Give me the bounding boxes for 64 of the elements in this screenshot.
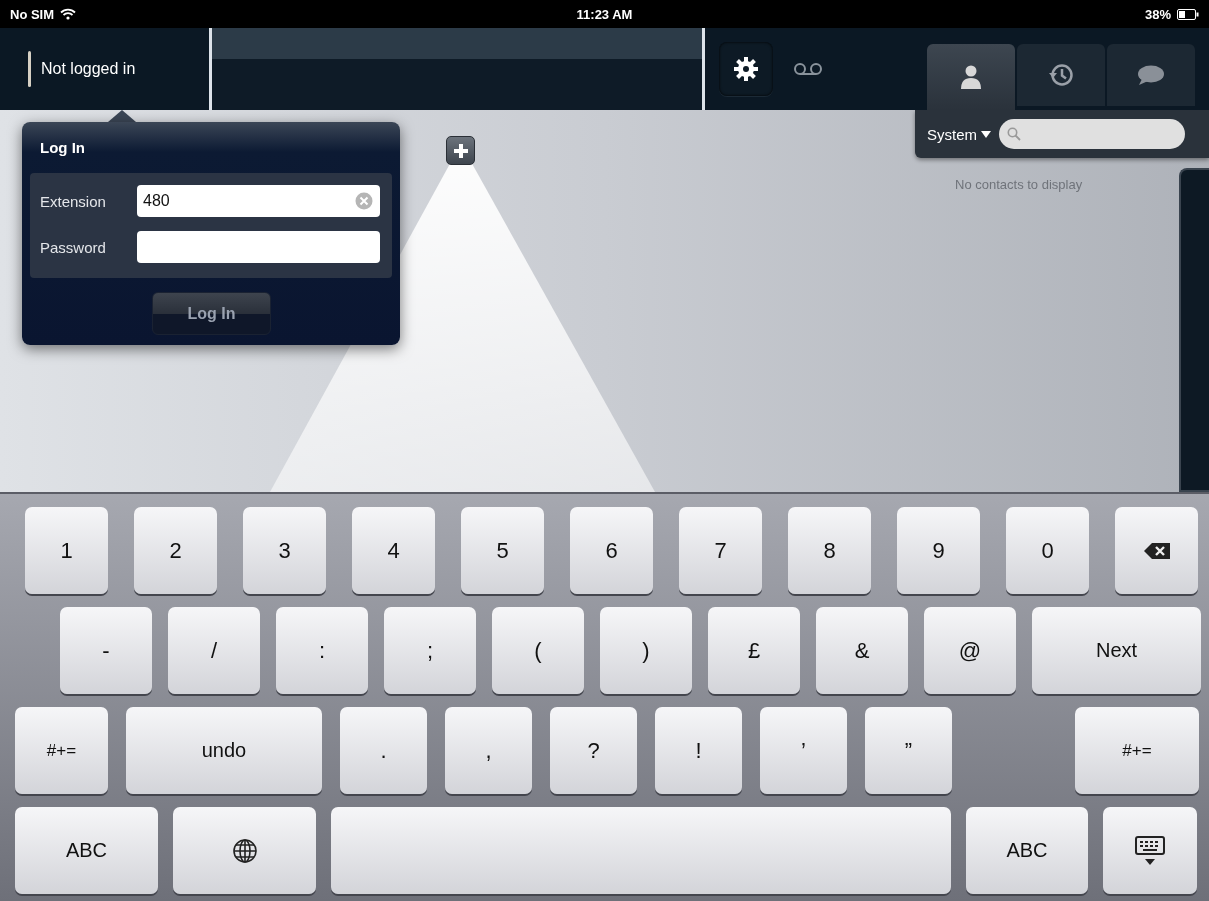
backspace-key[interactable] bbox=[1115, 507, 1198, 594]
search-field[interactable] bbox=[999, 119, 1185, 149]
battery-percent: 38% bbox=[1145, 6, 1171, 22]
keyboard-hide-icon bbox=[1134, 834, 1166, 867]
source-dropdown[interactable]: System bbox=[927, 125, 991, 143]
key[interactable]: ABC bbox=[966, 807, 1088, 894]
backspace-icon bbox=[1142, 541, 1171, 560]
key[interactable]: @ bbox=[924, 607, 1016, 694]
key[interactable]: 5 bbox=[461, 507, 544, 594]
key[interactable]: 2 bbox=[134, 507, 217, 594]
carrier-text: No SIM bbox=[10, 6, 55, 22]
key[interactable]: 0 bbox=[1006, 507, 1089, 594]
key[interactable]: ? bbox=[550, 707, 637, 794]
search-icon bbox=[1007, 127, 1021, 141]
key[interactable]: undo bbox=[126, 707, 322, 794]
tab[interactable] bbox=[1017, 44, 1105, 106]
voicemail-icon[interactable] bbox=[793, 62, 823, 76]
popover-title: Log In bbox=[40, 139, 85, 156]
key[interactable]: #+= bbox=[15, 707, 108, 794]
key[interactable]: 9 bbox=[897, 507, 980, 594]
speech-bubble-icon bbox=[1137, 64, 1165, 86]
empty-message: No contacts to display bbox=[955, 177, 1083, 192]
tab[interactable] bbox=[927, 44, 1015, 110]
field-label: Extension bbox=[40, 192, 107, 210]
input-field[interactable]: 480 bbox=[137, 185, 380, 217]
battery-icon bbox=[1177, 8, 1199, 20]
key[interactable]: 3 bbox=[243, 507, 326, 594]
globe-icon bbox=[231, 837, 258, 864]
key[interactable]: 1 bbox=[25, 507, 108, 594]
wifi-icon bbox=[60, 8, 77, 20]
key[interactable]: £ bbox=[708, 607, 800, 694]
key[interactable]: , bbox=[445, 707, 532, 794]
key[interactable]: ’ bbox=[760, 707, 847, 794]
field-label: Password bbox=[40, 238, 107, 256]
hide-key[interactable] bbox=[1103, 807, 1197, 894]
settings-button[interactable] bbox=[719, 42, 773, 96]
key[interactable]: ; bbox=[384, 607, 476, 694]
key[interactable]: ABC bbox=[15, 807, 158, 894]
plus-icon bbox=[452, 142, 469, 159]
key[interactable]: . bbox=[340, 707, 427, 794]
key[interactable]: & bbox=[816, 607, 908, 694]
clock-time: 11:23 AM bbox=[576, 6, 633, 22]
key[interactable]: Next bbox=[1032, 607, 1201, 694]
key[interactable]: 8 bbox=[788, 507, 871, 594]
key[interactable]: 4 bbox=[352, 507, 435, 594]
login-status[interactable]: Not logged in bbox=[41, 60, 136, 78]
key[interactable]: ” bbox=[865, 707, 952, 794]
key[interactable]: ! bbox=[655, 707, 742, 794]
key[interactable]: ( bbox=[492, 607, 584, 694]
key[interactable]: : bbox=[276, 607, 368, 694]
input-field[interactable] bbox=[137, 231, 380, 263]
settings-icon bbox=[734, 57, 758, 81]
caret-icon bbox=[981, 130, 991, 138]
person-icon bbox=[960, 65, 982, 89]
key[interactable]: #+= bbox=[1075, 707, 1199, 794]
add-button[interactable] bbox=[446, 136, 475, 165]
tab[interactable] bbox=[1107, 44, 1195, 106]
key[interactable]: / bbox=[168, 607, 260, 694]
globe-key[interactable] bbox=[173, 807, 316, 894]
dial-field[interactable] bbox=[212, 28, 705, 110]
key[interactable]: - bbox=[60, 607, 152, 694]
key[interactable]: 7 bbox=[679, 507, 762, 594]
key[interactable]: 6 bbox=[570, 507, 653, 594]
key[interactable]: ) bbox=[600, 607, 692, 694]
